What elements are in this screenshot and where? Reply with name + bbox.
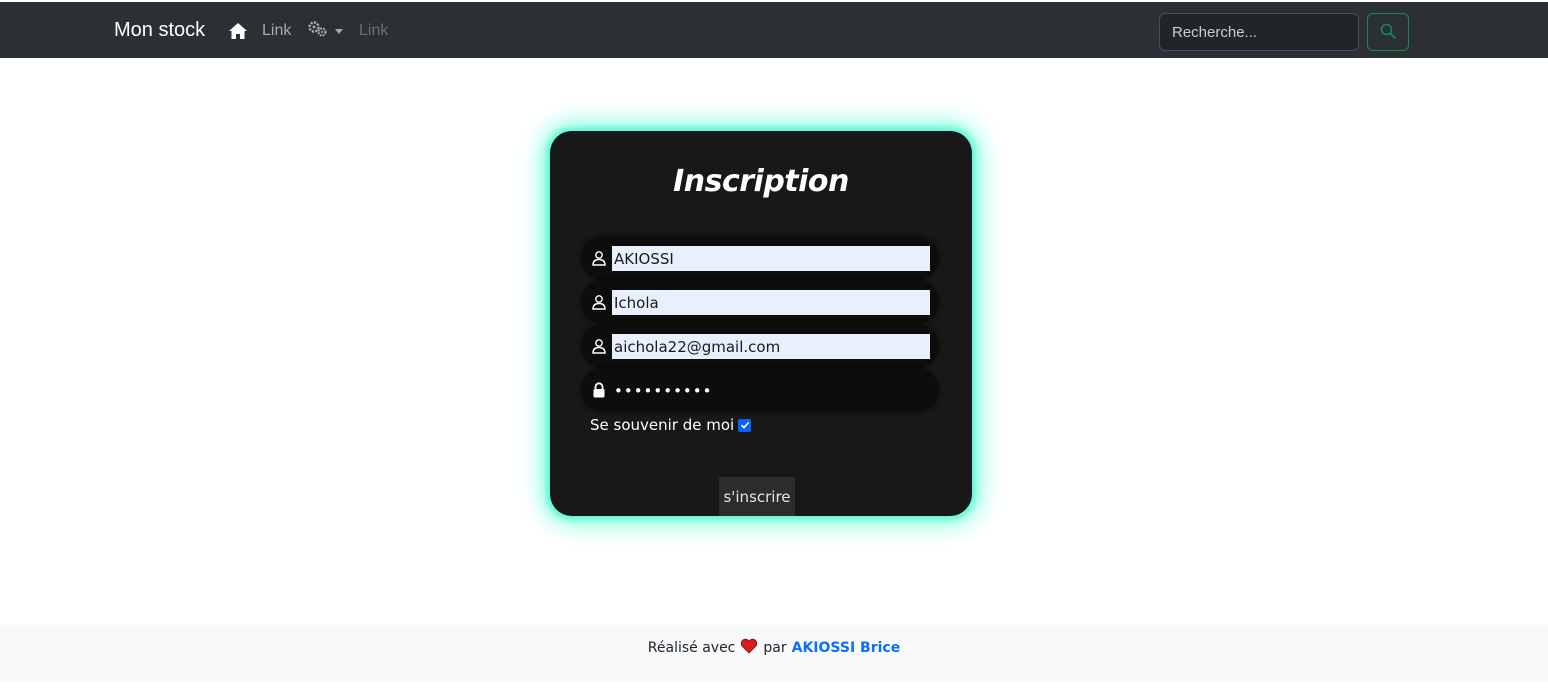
top-navbar: Mon stock Link Link: [0, 2, 1548, 58]
heart-icon: [740, 638, 758, 658]
signup-card: Inscription Se souvenir de moi s'inscrir…: [550, 131, 972, 516]
remember-checkbox[interactable]: [738, 418, 752, 432]
search-button[interactable]: [1367, 13, 1409, 51]
password-field: [582, 369, 938, 411]
remember-me: Se souvenir de moi: [590, 416, 752, 434]
check-icon: [740, 421, 749, 429]
lock-icon: [591, 382, 607, 398]
lastname-input[interactable]: [612, 246, 930, 271]
user-icon: [591, 338, 607, 354]
form-title: Inscription: [673, 164, 849, 199]
nav-link[interactable]: Link: [262, 22, 291, 40]
navbar-brand[interactable]: Mon stock: [114, 19, 205, 42]
lastname-field: [582, 237, 938, 279]
page-footer: Réalisé avec par AKIOSSI Brice: [0, 625, 1548, 682]
author-link[interactable]: AKIOSSI Brice: [792, 640, 901, 656]
firstname-field: [582, 281, 938, 323]
settings-dropdown[interactable]: [307, 20, 343, 43]
signup-button[interactable]: s'inscrire: [719, 477, 795, 516]
footer-middle: par: [763, 640, 787, 656]
search-input[interactable]: [1159, 13, 1359, 51]
nav-link-disabled: Link: [359, 22, 389, 39]
footer-credit: Réalisé avec par AKIOSSI Brice: [0, 638, 1548, 658]
gears-icon: [307, 20, 329, 43]
email-input[interactable]: [612, 334, 930, 359]
footer-prefix: Réalisé avec: [647, 640, 736, 656]
user-icon: [591, 294, 607, 310]
user-icon: [591, 250, 607, 266]
chevron-down-icon: [335, 28, 343, 34]
remember-label: Se souvenir de moi: [590, 416, 735, 434]
password-input[interactable]: [612, 378, 930, 403]
home-icon[interactable]: [228, 21, 248, 41]
firstname-input[interactable]: [612, 290, 930, 315]
search-icon: [1380, 23, 1396, 42]
email-field: [582, 325, 938, 367]
